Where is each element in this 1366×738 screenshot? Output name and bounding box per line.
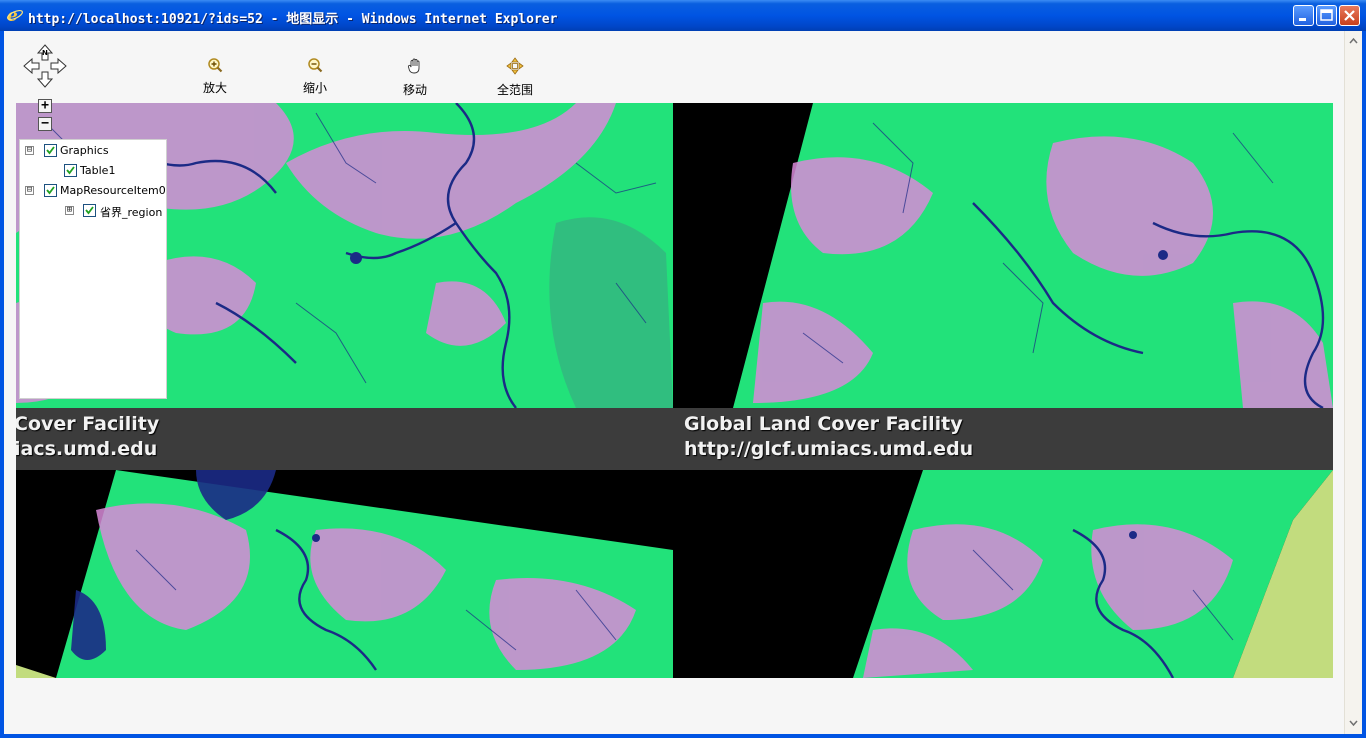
- page: N 放大 缩小 移动 全范围 Cover Facility iacs.umd.e…: [4, 31, 1345, 734]
- imagery-credit-banner: Cover Facility iacs.umd.edu Global Land …: [16, 408, 1333, 470]
- layer-checkbox[interactable]: [44, 144, 57, 157]
- checkmark-icon: [66, 166, 75, 175]
- credit-right-line1: Global Land Cover Facility: [684, 413, 963, 435]
- maximize-button[interactable]: [1316, 5, 1337, 26]
- toc-label: Graphics: [60, 144, 109, 157]
- full-extent-icon: [506, 57, 524, 75]
- credit-left-line1: Cover Facility: [16, 413, 160, 435]
- pan-hand-icon: [407, 58, 420, 74]
- toc-label: 省界_region: [100, 206, 163, 219]
- map-tile-top-right: [673, 103, 1333, 408]
- layer-checkbox[interactable]: [83, 204, 96, 217]
- zoom-in-label: 放大: [202, 81, 227, 95]
- maximize-icon: [1320, 9, 1333, 21]
- map-tile-bottom-right: [673, 470, 1333, 678]
- zoom-out-icon: [308, 58, 323, 73]
- toc-label: MapResourceItem0: [60, 184, 166, 197]
- collapse-icon[interactable]: ⊟: [25, 186, 34, 195]
- credit-text-left: Cover Facility iacs.umd.edu: [16, 412, 159, 462]
- scroll-up-icon[interactable]: [1346, 33, 1361, 49]
- credit-right-line2: http://glcf.umiacs.umd.edu: [684, 438, 974, 460]
- credit-left-line2: iacs.umd.edu: [16, 438, 158, 460]
- checkmark-icon: [85, 206, 94, 215]
- svg-text:N: N: [42, 49, 48, 57]
- full-extent-label: 全范围: [496, 83, 533, 97]
- ie-logo-icon: e: [7, 6, 23, 24]
- browser-content: N 放大 缩小 移动 全范围 Cover Facility iacs.umd.e…: [4, 31, 1362, 734]
- scroll-down-icon[interactable]: [1346, 715, 1361, 731]
- layer-checkbox[interactable]: [64, 164, 77, 177]
- pan-tool[interactable]: 移动: [385, 55, 445, 103]
- minimize-button[interactable]: [1293, 5, 1314, 26]
- minimize-icon: [1299, 18, 1306, 21]
- satellite-imagery: [16, 470, 673, 678]
- zoom-out-tool[interactable]: 缩小: [285, 55, 345, 103]
- map-zoom-in-button[interactable]: +: [38, 99, 52, 113]
- vertical-scrollbar[interactable]: [1344, 31, 1362, 734]
- toc-label: Table1: [80, 164, 116, 177]
- satellite-imagery: [673, 103, 1333, 408]
- zoom-in-icon: [208, 58, 223, 73]
- title-bar[interactable]: e http://localhost:10921/?ids=52 - 地图显示 …: [0, 0, 1366, 31]
- pan-navigation-icon[interactable]: N: [22, 43, 68, 89]
- satellite-imagery: [673, 470, 1333, 678]
- collapse-icon[interactable]: ⊟: [25, 146, 34, 155]
- browser-window: e http://localhost:10921/?ids=52 - 地图显示 …: [0, 0, 1366, 738]
- full-extent-tool[interactable]: 全范围: [485, 55, 545, 103]
- zoom-out-label: 缩小: [302, 81, 327, 95]
- layer-checkbox[interactable]: [44, 184, 57, 197]
- credit-text-right: Global Land Cover Facility http://glcf.u…: [684, 412, 973, 462]
- map-tile-bottom-left: [16, 470, 673, 678]
- close-icon: [1344, 10, 1355, 21]
- checkmark-icon: [46, 186, 55, 195]
- expand-icon[interactable]: ⊞: [65, 206, 74, 215]
- pan-label: 移动: [402, 83, 427, 97]
- zoom-in-tool[interactable]: 放大: [185, 55, 245, 103]
- close-button[interactable]: [1339, 5, 1360, 26]
- checkmark-icon: [46, 146, 55, 155]
- window-title: http://localhost:10921/?ids=52 - 地图显示 - …: [28, 12, 558, 27]
- map-view[interactable]: Cover Facility iacs.umd.edu Global Land …: [16, 103, 1333, 678]
- map-zoom-out-button[interactable]: −: [38, 117, 52, 131]
- layer-toc-panel: ⊟ Graphics Table1 ⊟ MapResourceItem0 ⊞ 省…: [19, 139, 167, 399]
